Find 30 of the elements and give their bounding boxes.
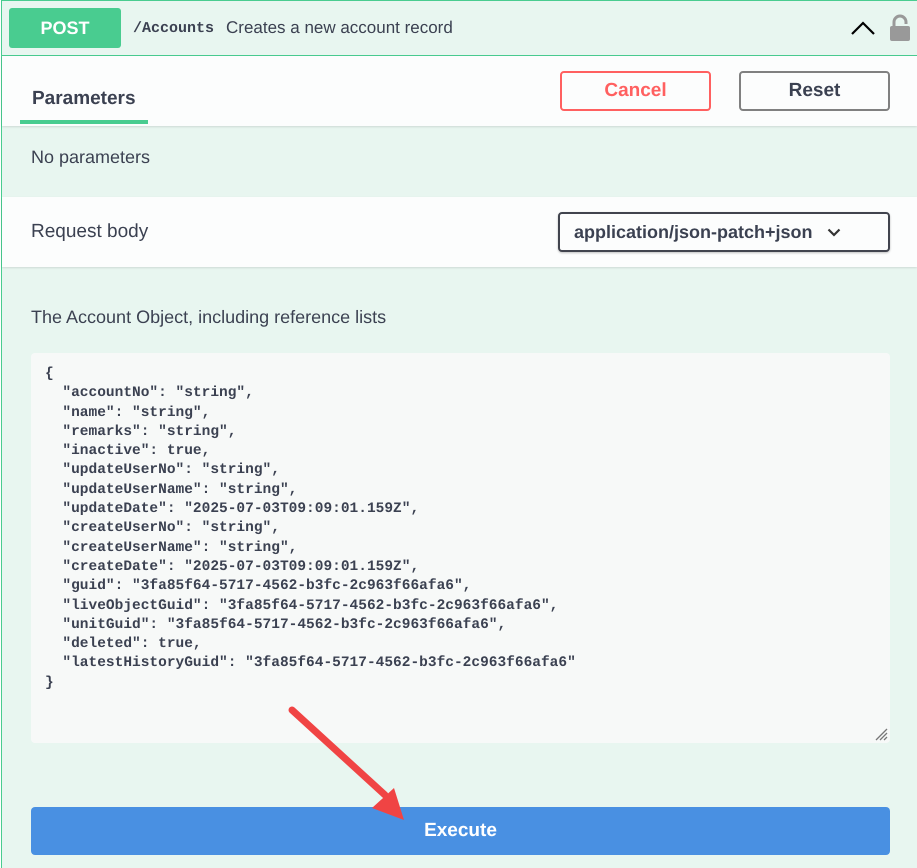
method-badge: POST: [9, 8, 121, 48]
code-line: "updateDate": "2025-07-03T09:09:01.159Z",: [61, 500, 420, 520]
code-line: "createDate": "2025-07-03T09:09:01.159Z",: [61, 558, 420, 577]
code-line: "name": "string",: [61, 404, 212, 423]
code-line: {: [45, 365, 55, 384]
code-line: "updateUserNo": "string",: [61, 461, 281, 480]
code-line: "latestHistoryGuid": "3fa85f64-5717-4562-b3fc-2c963f66afa6": [61, 654, 577, 674]
endpoint-path: /Accounts: [133, 20, 214, 36]
code-line: "updateUserName": "string",: [61, 480, 298, 500]
resize-grip-icon[interactable]: [874, 727, 888, 741]
code-line: }: [45, 674, 55, 693]
reset-button[interactable]: Reset: [739, 71, 890, 111]
code-line: "accountNo": "string",: [61, 384, 255, 404]
content-type-select[interactable]: application/json-patch+json: [558, 212, 890, 252]
parameters-tab[interactable]: Parameters: [20, 74, 148, 124]
code-line: "createUserName": "string",: [61, 538, 298, 558]
code-line: "createUserNo": "string",: [61, 519, 281, 538]
body-description: The Account Object, including reference lists: [31, 307, 386, 327]
code-line: "remarks": "string",: [61, 422, 238, 442]
code-line: "deleted": true,: [61, 635, 203, 654]
lock-icon[interactable]: [889, 14, 911, 42]
code-line: "liveObjectGuid": "3fa85f64-5717-4562-b3fc-2c963f66afa6",: [61, 596, 560, 616]
no-parameters-text: No parameters: [31, 147, 150, 167]
request-body-editor[interactable]: [31, 353, 890, 743]
code-line: "guid": "3fa85f64-5717-4562-b3fc-2c963f66afa6",: [61, 577, 472, 596]
endpoint-summary: Creates a new account record: [226, 18, 454, 38]
code-line: "inactive": true,: [61, 442, 212, 462]
request-body-label: Request body: [31, 221, 150, 243]
dropdown-chevron-icon: [826, 228, 841, 236]
code-line: "unitGuid": "3fa85f64-5717-4562-b3fc-2c963f66afa6",: [61, 616, 508, 635]
